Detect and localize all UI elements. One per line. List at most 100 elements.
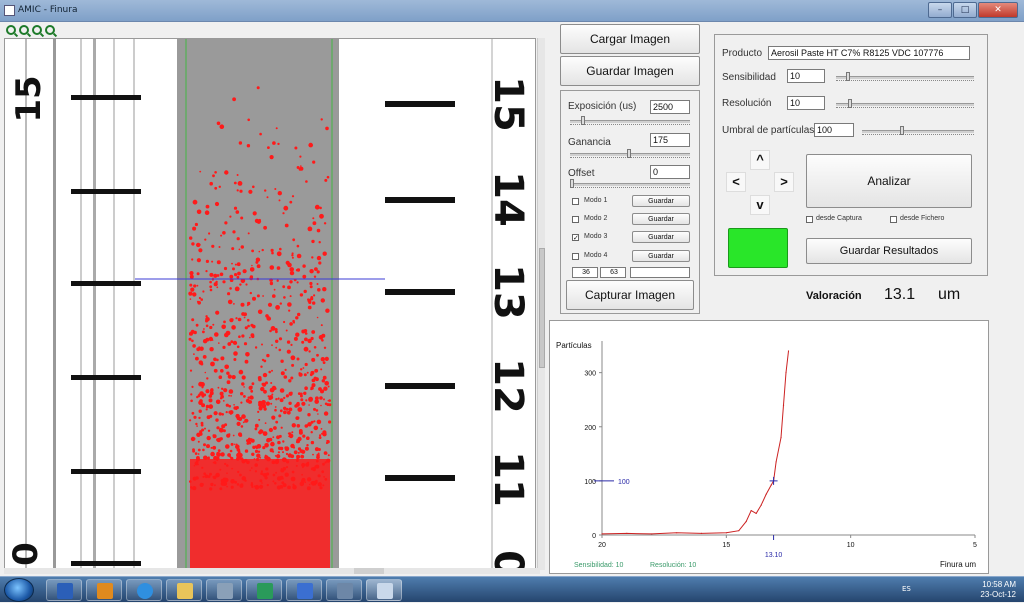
taskbar: ES 10:58 AM 23-Oct-12 [0,576,1024,602]
offset-field[interactable]: 0 [650,165,690,179]
threshold-slider-knob[interactable] [900,126,904,135]
from-capture-checkbox[interactable] [806,216,813,223]
particle-dot [189,419,192,422]
particle-dot [303,289,307,294]
taskbar-word[interactable] [46,579,82,601]
particle-dot [291,423,296,428]
resolution-slider[interactable] [836,99,974,108]
image-vertical-scrollbar[interactable] [537,38,545,570]
particle-dot [215,280,218,284]
threshold-slider[interactable] [862,126,974,135]
sensitivity-slider-knob[interactable] [846,72,850,81]
save-mode-2-button[interactable]: Guardar [632,213,690,225]
start-button[interactable] [4,578,34,602]
resolution-field[interactable]: 10 [787,96,825,110]
minimize-button[interactable]: – [928,2,952,18]
particle-dot [244,359,249,364]
save-mode-3-button[interactable]: Guardar [632,231,690,243]
particle-dot [302,264,306,268]
particle-dot [244,449,249,453]
sensitivity-slider[interactable] [836,72,974,81]
taskbar-app-4[interactable] [326,579,362,601]
particle-dot [316,419,322,425]
zoom-in-icon[interactable] [6,25,16,35]
particle-dot [220,369,224,373]
curve-point [745,520,747,523]
resolution-slider-knob[interactable] [848,99,852,108]
particle-dot [258,400,263,405]
right-arrow-button[interactable]: > [774,172,794,192]
offset-slider-knob[interactable] [570,179,574,188]
scrollbar-thumb[interactable] [354,568,384,574]
exposure-field[interactable]: 2500 [650,100,690,114]
taskbar-media[interactable] [86,579,122,601]
clock[interactable]: 10:58 AM 23-Oct-12 [980,580,1016,600]
taskbar-amic[interactable] [366,579,402,601]
offset-slider[interactable] [570,179,690,188]
particle-dot [258,429,264,434]
save-mode-1-button[interactable]: Guardar [632,195,690,207]
particle-dot [218,412,222,416]
particle-dot [279,247,282,251]
left-tick-12 [71,375,141,380]
taskbar-browser[interactable] [126,579,162,601]
scrollbar-thumb[interactable] [539,248,545,368]
particle-dot [218,437,221,440]
zoom-reset-icon[interactable] [45,25,55,35]
particle-chart[interactable]: Partículas Finura um Sensibilidad: 10 Re… [549,320,989,574]
exposure-slider-knob[interactable] [581,116,586,125]
from-file-checkbox[interactable] [890,216,897,223]
threshold-field[interactable]: 100 [814,123,854,137]
load-image-button[interactable]: Cargar Imagen [560,24,700,54]
particle-dot [313,420,316,423]
gain-field[interactable]: 175 [650,133,690,147]
particle-dot [269,155,274,160]
mode-1-checkbox[interactable] [572,198,579,205]
analyze-button[interactable]: Analizar [806,154,972,208]
maximize-button[interactable]: □ [953,2,977,18]
up-arrow-button[interactable]: ^ [750,150,770,170]
image-zoom-toolbar [6,25,55,35]
particle-dot [191,258,194,261]
left-arrow-button[interactable]: < [726,172,746,192]
product-field[interactable]: Aerosil Paste HT C7% R8125 VDC 107776 [768,46,970,60]
mode-2-checkbox[interactable] [572,216,579,223]
gain-slider-knob[interactable] [627,149,631,158]
particle-dot [279,398,284,403]
particle-dot [308,404,310,406]
save-results-button[interactable]: Guardar Resultados [806,238,972,264]
left-tick-15 [71,95,141,100]
image-horizontal-scrollbar[interactable] [4,568,540,574]
particle-dot [295,332,300,337]
particle-dot [303,373,307,377]
taskbar-explorer[interactable] [166,579,202,601]
sensitivity-field[interactable]: 10 [787,69,825,83]
zoom-fit-icon[interactable] [32,25,42,35]
zoom-out-icon[interactable] [19,25,29,35]
particle-dot [268,437,273,442]
gain-slider[interactable] [570,149,690,158]
particle-dot [325,308,330,313]
particle-dot [312,221,317,226]
mode-4-checkbox[interactable] [572,253,579,260]
close-button[interactable]: ✕ [978,2,1018,18]
particle-dot [324,178,328,182]
taskbar-app-2[interactable] [246,579,282,601]
language-indicator[interactable]: ES [902,585,911,593]
particle-chart-svg: Partículas Finura um Sensibilidad: 10 Re… [556,341,977,569]
save-image-button[interactable]: Guardar Imagen [560,56,700,86]
exposure-slider[interactable] [570,116,690,125]
particle-dot [327,454,330,457]
taskbar-app-1[interactable] [206,579,242,601]
particle-dot [276,279,279,282]
particle-dot [229,215,232,218]
taskbar-app-3[interactable] [286,579,322,601]
gauge-image-panel[interactable]: 15 0 15 14 13 12 11 0 [4,38,536,570]
mode-3-checkbox[interactable]: ✓ [572,234,579,242]
capture-image-button[interactable]: Capturar Imagen [566,280,694,310]
save-mode-4-button[interactable]: Guardar [632,250,690,262]
particle-dot [256,294,260,298]
system-tray: ES 10:58 AM 23-Oct-12 [874,577,1024,603]
particle-dot [233,181,237,185]
down-arrow-button[interactable]: v [750,195,770,215]
